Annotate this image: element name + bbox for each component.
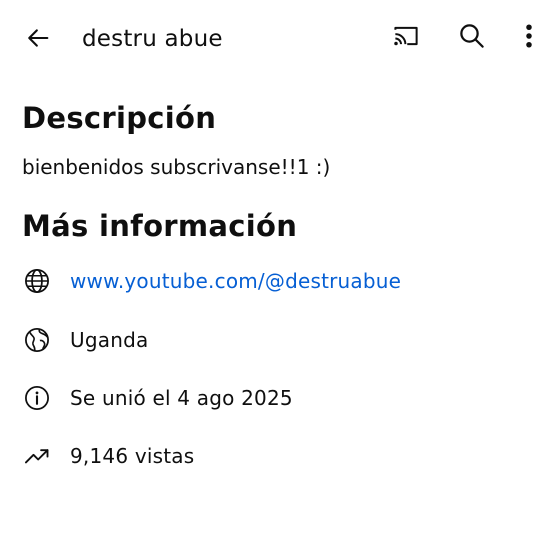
joined-row: Se unió el 4 ago 2025 [22, 382, 293, 414]
views-row: 9,146 vistas [22, 440, 194, 472]
trending-up-icon [22, 441, 52, 471]
channel-link[interactable]: www.youtube.com/@destruabue [70, 267, 401, 295]
back-button[interactable] [18, 18, 58, 58]
more-options-button[interactable] [514, 16, 544, 56]
earth-icon [22, 325, 52, 355]
search-button[interactable] [452, 16, 492, 56]
description-text: bienbenidos subscrivanse!!1 :) [22, 155, 331, 179]
search-icon [460, 24, 484, 48]
channel-name: destru abue [82, 26, 223, 52]
description-heading: Descripción [22, 101, 217, 135]
channel-link-row[interactable]: www.youtube.com/@destruabue [22, 265, 401, 297]
more-info-heading: Más información [22, 209, 298, 243]
cast-button[interactable] [386, 16, 426, 56]
country-row: Uganda [22, 324, 148, 356]
arrow-left-icon [28, 29, 49, 47]
globe-icon [22, 266, 52, 296]
top-app-bar: destru abue [0, 0, 560, 76]
info-icon [22, 383, 52, 413]
joined-date: Se unió el 4 ago 2025 [70, 386, 293, 410]
country-label: Uganda [70, 328, 149, 352]
view-count: 9,146 vistas [70, 444, 195, 468]
more-vert-icon [526, 24, 532, 48]
cast-icon [394, 26, 418, 46]
